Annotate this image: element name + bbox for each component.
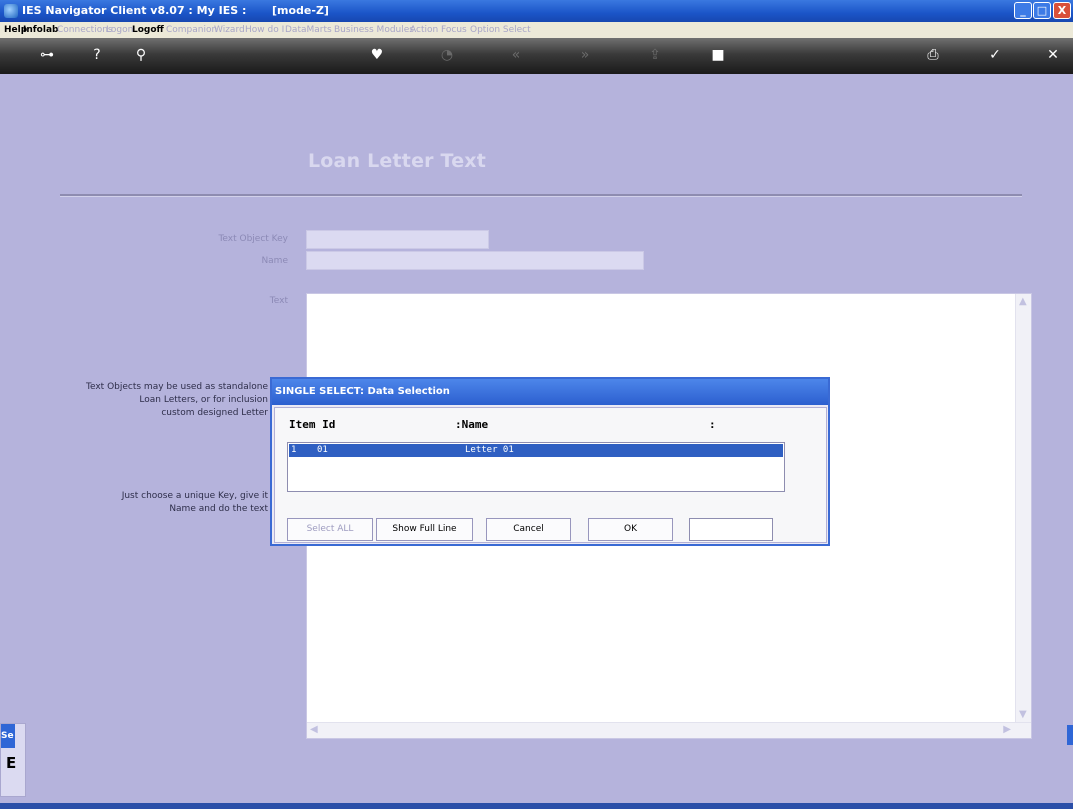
mode-indicator: [mode-Z] bbox=[272, 4, 329, 17]
side-panel[interactable]: Se E bbox=[0, 723, 26, 797]
check-icon[interactable]: ✓ bbox=[982, 44, 1008, 66]
menu-wizard[interactable]: Wizard bbox=[214, 22, 245, 38]
app-icon bbox=[4, 4, 18, 18]
key-label: Text Object Key bbox=[218, 234, 288, 244]
heart-icon[interactable]: ♥ bbox=[364, 44, 390, 66]
dialog-title: SINGLE SELECT: Data Selection bbox=[272, 379, 828, 405]
side-panel-glyph: E bbox=[6, 754, 17, 772]
menu-datamarts[interactable]: DataMarts bbox=[285, 22, 332, 38]
text-label: Text bbox=[269, 296, 288, 306]
name-input[interactable] bbox=[306, 251, 644, 270]
menu-logoff[interactable]: Logoff bbox=[132, 22, 164, 38]
selection-list[interactable]: 1 01 Letter 01 bbox=[287, 442, 785, 492]
menu-business-modules[interactable]: Business Modules bbox=[334, 22, 414, 38]
page-title: Loan Letter Text bbox=[308, 150, 487, 172]
vertical-scrollbar[interactable]: ▲ ▼ bbox=[1015, 294, 1031, 738]
export-icon[interactable]: ⇪ bbox=[642, 44, 668, 66]
cancel-icon[interactable]: ✕ bbox=[1040, 44, 1066, 66]
list-item[interactable]: 1 01 Letter 01 bbox=[289, 444, 783, 457]
status-strip bbox=[0, 803, 1073, 809]
horizontal-scrollbar[interactable]: ◀ ▶ bbox=[307, 722, 1031, 738]
toolbar: ⊶ ? ⚲ ♥ ◔ « » ⇪ ■ ⎙ ✓ ✕ bbox=[0, 38, 1073, 74]
forward-icon[interactable]: » bbox=[572, 44, 598, 66]
window-title: IES Navigator Client v8.07 : My IES : bbox=[22, 4, 247, 17]
scroll-right-icon[interactable]: ▶ bbox=[1003, 724, 1011, 735]
rewind-icon[interactable]: « bbox=[503, 44, 529, 66]
menu-option-select[interactable]: Option Select bbox=[470, 22, 531, 38]
column-name: :Name bbox=[455, 418, 489, 431]
help-text-1: Text Objects may be used as standalone L… bbox=[86, 382, 268, 418]
window-titlebar: IES Navigator Client v8.07 : My IES : [m… bbox=[0, 0, 1073, 22]
menu-bar: Help Infolab Connections Logon Logoff Co… bbox=[0, 22, 1073, 38]
name-label: Name bbox=[261, 256, 288, 266]
dialog-body: Item Id :Name : 1 01 Letter 01 Select AL… bbox=[274, 407, 827, 543]
menu-infolab[interactable]: Infolab bbox=[23, 22, 58, 38]
side-panel-tab[interactable]: Se bbox=[1, 724, 15, 748]
key-icon[interactable]: ⊶ bbox=[34, 44, 60, 66]
menu-logon[interactable]: Logon bbox=[106, 22, 133, 38]
help-text-2: Just choose a unique Key, give it Name a… bbox=[121, 491, 268, 514]
menu-action-focus[interactable]: Action Focus bbox=[410, 22, 467, 38]
menu-how-do-i[interactable]: How do I bbox=[245, 22, 284, 38]
data-selection-dialog: SINGLE SELECT: Data Selection Item Id :N… bbox=[270, 377, 830, 546]
maximize-button[interactable]: □ bbox=[1033, 2, 1051, 19]
clock-icon[interactable]: ◔ bbox=[434, 44, 460, 66]
scroll-left-icon[interactable]: ◀ bbox=[310, 724, 318, 735]
scroll-up-icon[interactable]: ▲ bbox=[1019, 296, 1027, 307]
column-extra: : bbox=[709, 418, 716, 431]
cancel-button[interactable]: Cancel bbox=[486, 518, 571, 541]
show-full-line-button[interactable]: Show Full Line bbox=[376, 518, 473, 541]
select-all-button[interactable]: Select ALL bbox=[287, 518, 373, 541]
dialog-input[interactable] bbox=[689, 518, 773, 541]
close-button[interactable]: X bbox=[1053, 2, 1071, 19]
column-item-id: Item Id bbox=[289, 418, 336, 431]
search-icon[interactable]: ⚲ bbox=[128, 44, 154, 66]
ok-button[interactable]: OK bbox=[588, 518, 673, 541]
key-input[interactable] bbox=[306, 230, 489, 249]
stop-icon[interactable]: ■ bbox=[705, 44, 731, 66]
menu-connections[interactable]: Connections bbox=[57, 22, 113, 38]
menu-companion[interactable]: Companion bbox=[166, 22, 217, 38]
title-divider bbox=[60, 194, 1022, 197]
help-icon[interactable]: ? bbox=[84, 44, 110, 66]
minimize-button[interactable]: _ bbox=[1014, 2, 1032, 19]
print-icon[interactable]: ⎙ bbox=[920, 44, 946, 66]
scroll-down-icon[interactable]: ▼ bbox=[1019, 709, 1027, 720]
right-edge-marker bbox=[1067, 725, 1073, 745]
